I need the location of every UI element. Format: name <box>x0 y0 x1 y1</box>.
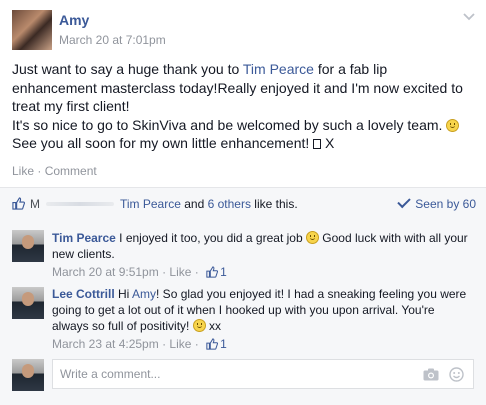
comment-text-a: Hi <box>114 287 133 301</box>
blurred-name <box>46 202 114 206</box>
seen-by[interactable]: Seen by 60 <box>397 194 476 211</box>
likes-mid: and <box>180 197 208 211</box>
likes-tail: like this. <box>250 197 298 211</box>
actions-separator: · <box>34 164 45 178</box>
like-button[interactable]: Like <box>12 164 34 178</box>
comment-like-count[interactable]: 1 <box>220 337 227 351</box>
likes-bar: M Tim Pearce and 6 others like this. See… <box>0 188 486 220</box>
smiley-emoji <box>192 319 206 332</box>
commenter-avatar[interactable] <box>12 230 44 262</box>
check-icon <box>397 194 411 209</box>
post-actions: Like · Comment <box>12 164 97 178</box>
chevron-down-icon[interactable] <box>462 10 476 24</box>
comment-timestamp[interactable]: March 23 at 4:25pm <box>52 337 159 351</box>
comment-input[interactable]: Write a comment... <box>52 359 474 389</box>
mention-amy[interactable]: Amy <box>132 287 156 301</box>
post-text-line2: It's so nice to go to SkinViva and be we… <box>12 116 447 133</box>
post-timestamp[interactable]: March 20 at 7:01pm <box>59 33 166 47</box>
thumbs-up-icon <box>206 338 219 350</box>
post-text-line3: See you all soon for my own little enhan… <box>12 135 314 151</box>
comment-text-a: I enjoyed it too, you did a great job <box>115 231 306 245</box>
emoji-icon[interactable] <box>449 367 464 382</box>
liker-initial[interactable]: M <box>30 197 40 211</box>
comment-timestamp[interactable]: March 20 at 9:51pm <box>52 265 159 279</box>
post-text-line3-end: X <box>321 135 335 151</box>
current-user-avatar <box>12 359 44 391</box>
comment-meta: March 23 at 4:25pm · Like · 1 <box>52 337 227 351</box>
post-text-part1: Just want to say a huge thank you to <box>12 61 243 77</box>
facebook-post: Amy March 20 at 7:01pm Just want to say … <box>0 0 486 405</box>
camera-icon[interactable] <box>423 368 439 381</box>
seen-by-label: Seen by 60 <box>415 197 476 211</box>
smiley-emoji <box>305 231 319 244</box>
likes-summary: Tim Pearce and 6 others like this. <box>120 197 298 211</box>
comment-body: Tim Pearce I enjoyed it too, you did a g… <box>52 230 472 280</box>
commenter-name[interactable]: Tim Pearce <box>52 231 116 245</box>
smiley-emoji <box>446 118 460 132</box>
comment-body: Lee Cottrill Hi Amy! So glad you enjoyed… <box>52 286 472 352</box>
unknown-glyph-icon <box>313 139 322 149</box>
commenter-name[interactable]: Lee Cottrill <box>52 287 115 301</box>
comment-button[interactable]: Comment <box>45 164 97 178</box>
comment-like-button[interactable]: Like <box>169 337 191 351</box>
comment-placeholder: Write a comment... <box>60 367 161 381</box>
thumbs-up-icon <box>12 197 25 210</box>
comment-like-button[interactable]: Like <box>169 265 191 279</box>
thumbs-up-icon <box>206 266 219 278</box>
comment-text-c: xx <box>205 319 222 333</box>
post-text: Just want to say a huge thank you to Tim… <box>12 60 474 153</box>
comments-section: Tim Pearce I enjoyed it too, you did a g… <box>0 220 486 405</box>
author-avatar[interactable] <box>12 10 52 50</box>
others-link[interactable]: 6 others <box>208 197 251 211</box>
liker-name-link[interactable]: Tim Pearce <box>120 197 181 211</box>
comment-like-count[interactable]: 1 <box>220 265 227 279</box>
mention-tim-pearce[interactable]: Tim Pearce <box>243 61 314 77</box>
comment-meta: March 20 at 9:51pm · Like · 1 <box>52 265 227 279</box>
commenter-avatar[interactable] <box>12 287 44 319</box>
author-name[interactable]: Amy <box>59 12 89 28</box>
write-comment-row: Write a comment... <box>0 355 486 395</box>
